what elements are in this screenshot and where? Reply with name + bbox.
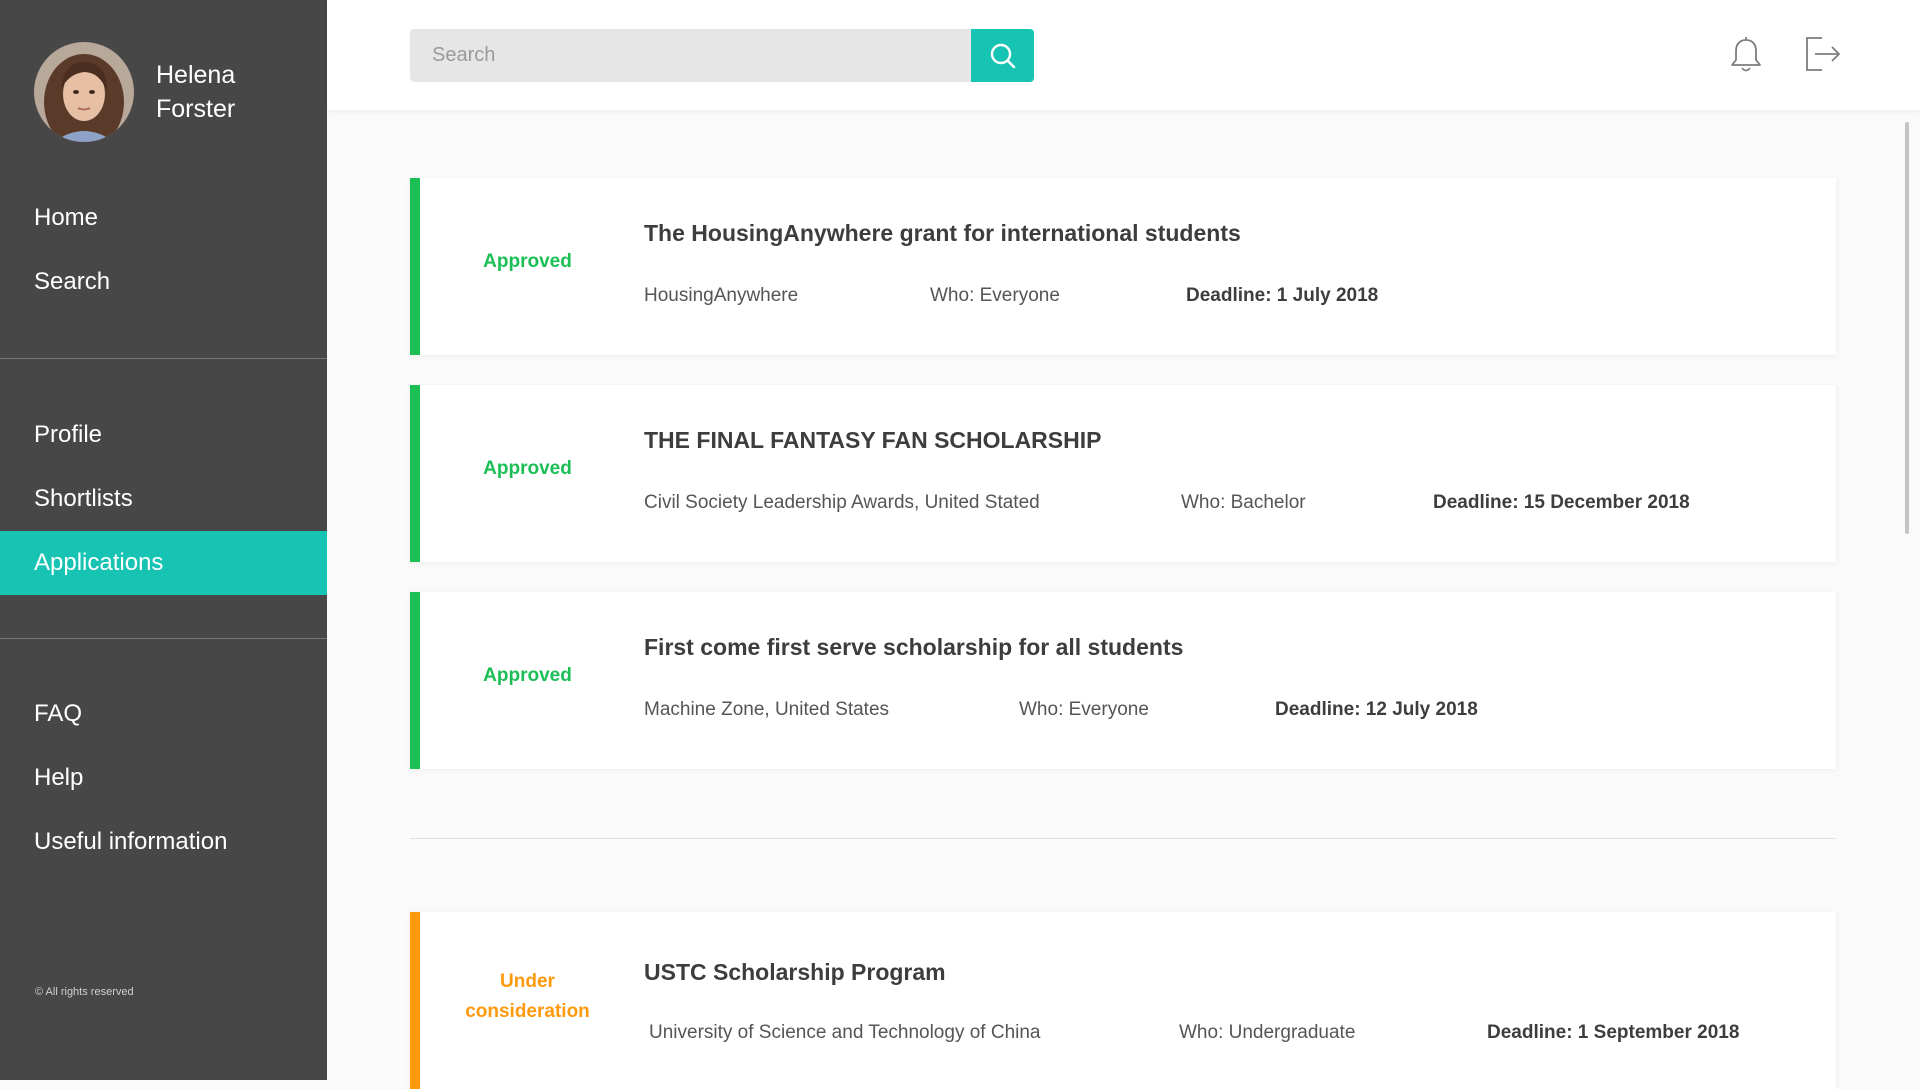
application-title[interactable]: First come first serve scholarship for a… [644,634,1183,661]
status-indicator [410,385,420,562]
sidebar-divider [0,638,327,639]
sidebar-item-help[interactable]: Help [0,746,327,810]
status-badge: Under consideration [465,971,590,1022]
scrollbar[interactable] [1905,122,1909,534]
application-deadline: Deadline: 15 December 2018 [1433,492,1690,513]
user-profile[interactable]: Helena Forster [34,42,286,142]
copyright-text: © All rights reserved [35,986,134,998]
logout-button[interactable] [1804,36,1842,77]
application-provider: Machine Zone, United States [644,699,890,720]
application-card[interactable]: Approved The HousingAnywhere grant for i… [410,178,1836,355]
logout-icon [1806,37,1841,71]
status-indicator [410,912,420,1089]
application-eligibility: Who: Everyone [930,285,1060,306]
application-deadline: Deadline: 1 September 2018 [1487,1022,1740,1043]
user-name: Helena Forster [156,61,236,123]
application-provider: HousingAnywhere [644,285,799,306]
sidebar-divider [0,358,327,359]
status-badge: Approved [483,665,572,686]
sidebar-item-faq[interactable]: FAQ [0,682,327,746]
sidebar-item-shortlists[interactable]: Shortlists [0,467,327,531]
application-eligibility: Who: Bachelor [1181,492,1306,513]
application-card[interactable]: Approved First come first serve scholars… [410,592,1836,769]
application-provider: Civil Society Leadership Awards, United … [644,492,1040,513]
sidebar-item-search[interactable]: Search [0,250,327,314]
application-deadline: Deadline: 12 July 2018 [1275,699,1478,720]
sidebar-item-home[interactable]: Home [0,186,327,250]
status-badge: Approved [483,458,572,479]
application-deadline: Deadline: 1 July 2018 [1186,285,1379,306]
application-eligibility: Who: Everyone [1019,699,1149,720]
search-icon [990,43,1015,68]
avatar[interactable] [34,42,134,142]
status-badge: Approved [483,251,572,272]
bell-icon [1731,37,1761,72]
sidebar-item-profile[interactable]: Profile [0,403,327,467]
application-provider: University of Science and Technology of … [649,1022,1041,1043]
application-card[interactable]: Under consideration USTC Scholarship Pro… [410,912,1836,1089]
application-card[interactable]: Approved THE FINAL FANTASY FAN SCHOLARSH… [410,385,1836,562]
search-button[interactable] [971,29,1034,82]
application-eligibility: Who: Undergraduate [1179,1022,1356,1043]
sidebar-item-applications[interactable]: Applications [0,531,327,595]
status-indicator [410,592,420,769]
sidebar-item-useful-information[interactable]: Useful information [0,810,327,874]
search-input[interactable] [410,29,972,82]
application-title[interactable]: The HousingAnywhere grant for internatio… [644,220,1241,247]
top-bar [327,0,1920,110]
application-title[interactable]: USTC Scholarship Program [644,959,946,986]
status-indicator [410,178,420,355]
section-divider [410,838,1836,839]
sidebar: Helena Forster Home Search Profile Short… [0,0,327,1080]
application-title[interactable]: THE FINAL FANTASY FAN SCHOLARSHIP [644,427,1101,454]
notifications-button[interactable] [1729,36,1763,79]
